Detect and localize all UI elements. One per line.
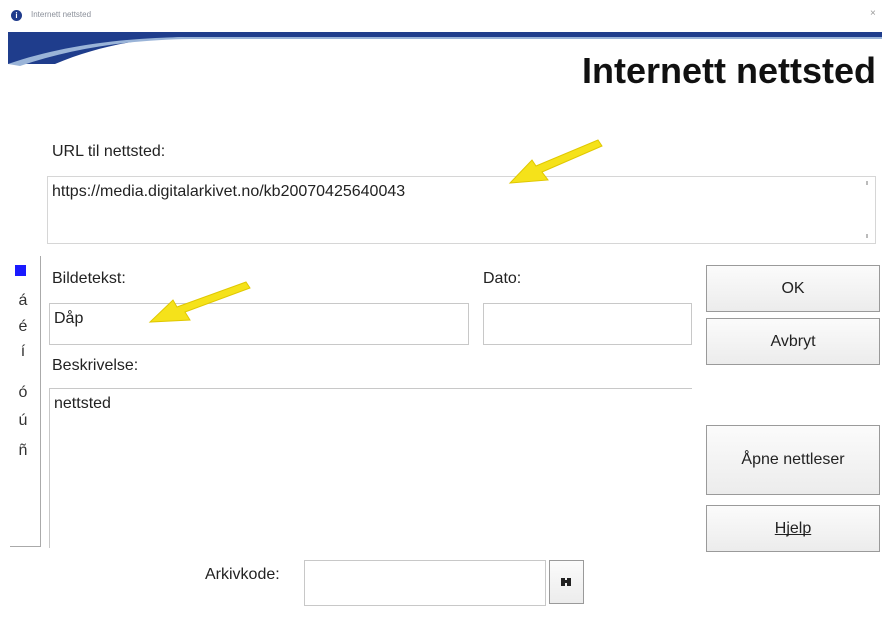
binoculars-icon[interactable] — [549, 560, 584, 604]
date-field[interactable] — [483, 303, 692, 345]
description-label: Beskrivelse: — [52, 357, 139, 374]
scrollbar-top[interactable] — [866, 181, 868, 185]
archive-label: Arkivkode: — [205, 566, 280, 583]
cancel-button[interactable]: Avbryt — [706, 318, 880, 365]
ok-button[interactable]: OK — [706, 265, 880, 312]
help-button-label: Hjelp — [774, 520, 812, 537]
caption-field[interactable]: Dåp — [49, 303, 469, 345]
archive-field[interactable] — [304, 560, 546, 606]
caption-label: Bildetekst: — [52, 270, 126, 287]
accent-u[interactable]: ú — [15, 412, 31, 430]
date-label: Dato: — [483, 270, 522, 287]
accent-a[interactable]: á — [15, 292, 31, 310]
open-browser-button[interactable]: Åpne nettleser — [706, 425, 880, 495]
color-square[interactable] — [15, 265, 26, 276]
scrollbar-bottom[interactable] — [866, 234, 868, 238]
accent-i[interactable]: í — [15, 343, 31, 361]
accent-o[interactable]: ó — [15, 384, 31, 402]
url-field[interactable]: https://media.digitalarkivet.no/kb200704… — [47, 176, 876, 244]
description-field[interactable]: nettsted — [49, 388, 692, 548]
help-button[interactable]: Hjelp — [706, 505, 880, 552]
accent-n[interactable]: ñ — [15, 442, 31, 460]
page-title: Internett nettsted — [581, 50, 876, 91]
url-label: URL til nettsted: — [52, 143, 166, 160]
accent-e[interactable]: é — [15, 318, 31, 336]
